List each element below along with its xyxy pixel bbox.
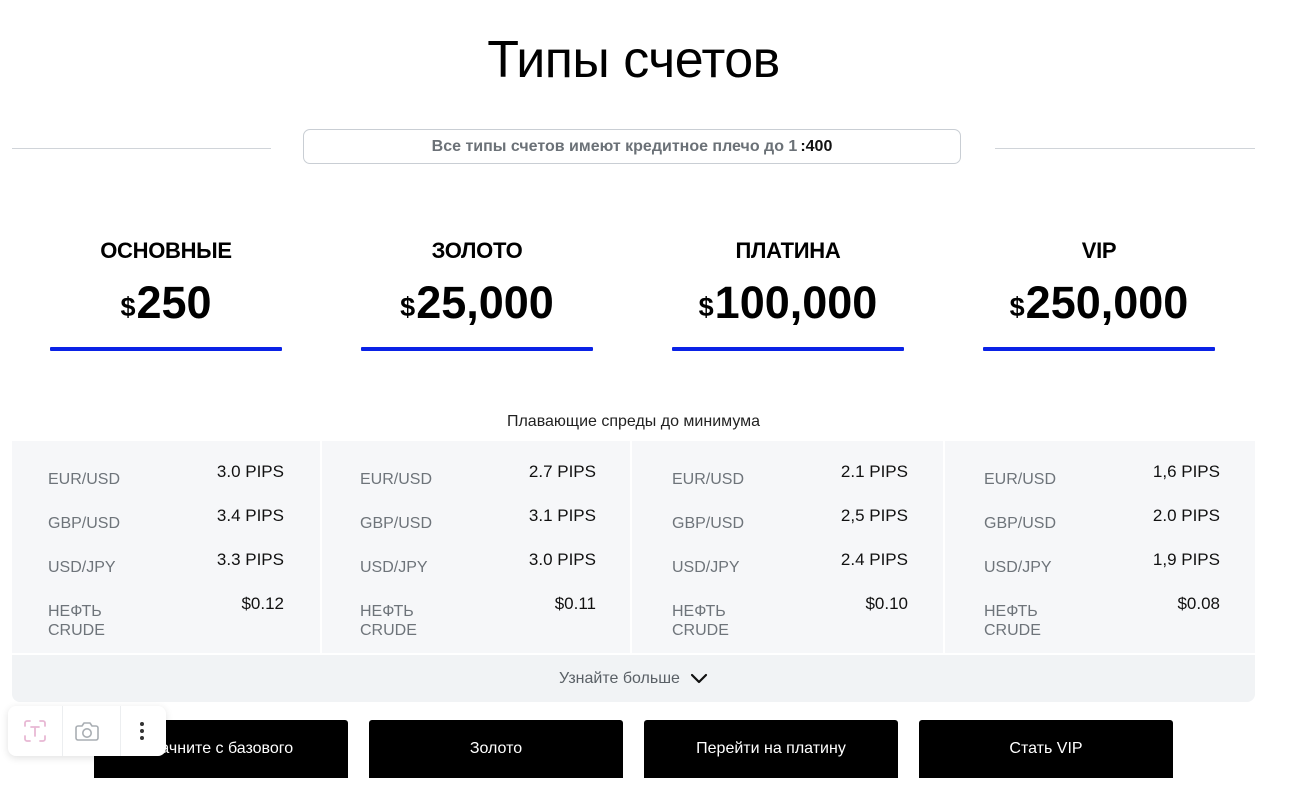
pair-label: USD/JPY	[672, 559, 740, 576]
pair-label: НЕФТЬ CRUDE	[672, 602, 729, 640]
pair-label-line2: CRUDE	[672, 622, 729, 639]
leverage-ratio: :400	[800, 137, 833, 155]
camera-icon[interactable]	[70, 716, 104, 746]
text-recognition-icon[interactable]	[18, 716, 52, 746]
pair-label: НЕФТЬ CRUDE	[48, 602, 105, 640]
spread-value: 3.0 PIPS	[528, 550, 596, 569]
spread-value: 3.4 PIPS	[216, 506, 284, 525]
tier-amount: 250,000	[1025, 277, 1189, 328]
tier-underline	[50, 347, 282, 351]
become-vip-button[interactable]: Стать VIP	[919, 720, 1173, 778]
tier-amount: 25,000	[416, 277, 554, 328]
leverage-text: Все типы счетов имеют кредитное плечо до…	[431, 137, 798, 155]
tier-amount: 100,000	[714, 277, 878, 328]
tier-underline	[672, 347, 904, 351]
spread-value: $0.10	[865, 594, 908, 613]
spread-value: 2,5 PIPS	[840, 506, 908, 525]
spreads-panel: EUR/USD 3.0 PIPS GBP/USD 3.4 PIPS USD/JPY 3…	[12, 441, 1255, 702]
pair-label: GBP/USD	[48, 515, 121, 532]
pair-label: GBP/USD	[360, 515, 433, 532]
pair-label: EUR/USD	[672, 471, 745, 488]
spread-value: 1,6 PIPS	[1152, 462, 1220, 481]
currency-symbol: $	[120, 292, 136, 322]
button-label: Стать VIP	[1009, 740, 1083, 757]
tier-price: $100,000	[672, 278, 904, 332]
tier-price: $250	[50, 278, 282, 332]
currency-symbol: $	[1009, 292, 1025, 322]
button-label: Перейти на платину	[696, 740, 846, 757]
pair-label-line1: НЕФТЬ	[672, 603, 726, 620]
pair-label: НЕФТЬ CRUDE	[360, 602, 417, 640]
pair-label-line1: НЕФТЬ	[984, 603, 1038, 620]
learn-more-toggle[interactable]: Узнайте больше	[12, 655, 1255, 702]
tier-price: $250,000	[983, 278, 1215, 332]
go-platinum-button[interactable]: Перейти на платину	[644, 720, 898, 778]
tier-name: ОСНОВНЫЕ	[100, 238, 232, 263]
tier-name: VIP	[1081, 238, 1117, 263]
spread-value: 3.0 PIPS	[216, 462, 284, 481]
more-vertical-icon[interactable]	[130, 716, 154, 746]
currency-symbol: $	[400, 292, 416, 322]
tier-vip: VIP $250,000	[983, 236, 1215, 351]
tier-amount: 250	[136, 277, 212, 328]
pair-label: USD/JPY	[984, 559, 1052, 576]
spread-value: 2.7 PIPS	[528, 462, 596, 481]
spread-value: $0.12	[241, 594, 284, 613]
pair-label: GBP/USD	[672, 515, 745, 532]
pair-label: GBP/USD	[984, 515, 1057, 532]
tier-name: ЗОЛОТО	[431, 238, 523, 263]
tier-underline	[361, 347, 593, 351]
tier-name: ПЛАТИНА	[735, 238, 841, 263]
chevron-down-icon	[690, 673, 708, 683]
pair-label: EUR/USD	[48, 471, 121, 488]
pair-label-line2: CRUDE	[984, 622, 1041, 639]
spread-value: 2.1 PIPS	[840, 462, 908, 481]
spreads-caption: Плавающие спреды до минимума	[506, 413, 761, 430]
pair-label: USD/JPY	[360, 559, 428, 576]
divider-left	[12, 148, 271, 149]
spreads-column-platinum: EUR/USD 2.1 PIPS GBP/USD 2,5 PIPS USD/JPY 2…	[632, 441, 943, 653]
toolbar-divider	[120, 706, 121, 756]
pair-label-line1: НЕФТЬ	[48, 603, 102, 620]
page-title: Типы счетов	[487, 31, 780, 89]
tier-underline	[983, 347, 1215, 351]
spread-value: 3.1 PIPS	[528, 506, 596, 525]
currency-symbol: $	[698, 292, 714, 322]
floating-toolbar	[8, 706, 166, 756]
pair-label-line1: НЕФТЬ	[360, 603, 414, 620]
tier-price: $25,000	[361, 278, 593, 332]
toolbar-divider	[62, 706, 63, 756]
learn-more-label: Узнайте больше	[559, 669, 680, 687]
pair-label-line2: CRUDE	[48, 622, 105, 639]
spread-value: 3.3 PIPS	[216, 550, 284, 569]
spread-value: 2.4 PIPS	[840, 550, 908, 569]
spreads-column-gold: EUR/USD 2.7 PIPS GBP/USD 3.1 PIPS USD/JPY 3…	[322, 441, 630, 653]
button-label: Начните с базового	[148, 740, 294, 757]
spreads-column-basic: EUR/USD 3.0 PIPS GBP/USD 3.4 PIPS USD/JPY 3…	[12, 441, 320, 653]
pair-label: НЕФТЬ CRUDE	[984, 602, 1041, 640]
spreads-column-vip: EUR/USD 1,6 PIPS GBP/USD 2.0 PIPS USD/JPY 1…	[945, 441, 1255, 653]
pair-label-line2: CRUDE	[360, 622, 417, 639]
pair-label: EUR/USD	[360, 471, 433, 488]
spread-value: 1,9 PIPS	[1152, 550, 1220, 569]
button-label: Золото	[469, 740, 523, 757]
tier-gold: ЗОЛОТО $25,000	[361, 236, 593, 351]
tier-basic: ОСНОВНЫЕ $250	[50, 236, 282, 351]
spread-value: $0.08	[1177, 594, 1220, 613]
leverage-badge: Все типы счетов имеют кредитное плечо до…	[303, 129, 961, 164]
pair-label: EUR/USD	[984, 471, 1057, 488]
spread-value: $0.11	[554, 594, 596, 613]
tier-platinum: ПЛАТИНА $100,000	[672, 236, 904, 351]
spread-value: 2.0 PIPS	[1152, 506, 1220, 525]
divider-right	[995, 148, 1255, 149]
gold-button[interactable]: Золото	[369, 720, 623, 778]
pair-label: USD/JPY	[48, 559, 116, 576]
